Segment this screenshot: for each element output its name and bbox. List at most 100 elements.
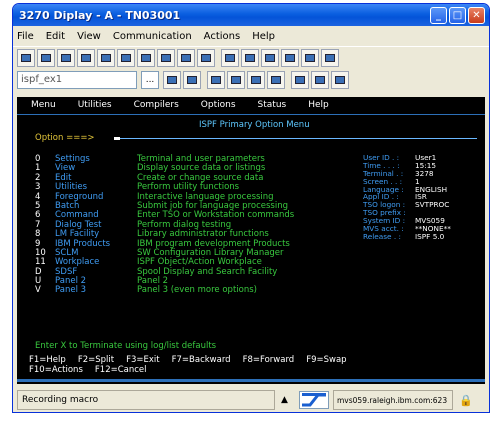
menu-view[interactable]: View bbox=[77, 31, 101, 42]
play-macro-icon[interactable] bbox=[221, 48, 239, 67]
options-icon[interactable] bbox=[311, 71, 329, 89]
send-file-icon[interactable] bbox=[77, 48, 95, 67]
info-row: Appl ID . : ISR bbox=[363, 192, 451, 202]
function-key[interactable]: F7=Backward bbox=[172, 356, 231, 366]
option-list: 0 Settings Terminal and user parameters 1 Vi… bbox=[35, 154, 294, 296]
ispf-menu-menu[interactable]: Menu bbox=[31, 101, 56, 113]
edit-macro-icon[interactable] bbox=[163, 71, 181, 89]
info-value: SVTPROC bbox=[415, 200, 450, 210]
info-row: TSO prefix : bbox=[363, 208, 451, 218]
close-button[interactable]: ✕ bbox=[468, 6, 485, 24]
ispf-menu-help[interactable]: Help bbox=[308, 101, 329, 113]
info-label: Release . : bbox=[363, 231, 401, 241]
info-row: Terminal . : 3278 bbox=[363, 168, 451, 178]
ispf-menu-utilities[interactable]: Utilities bbox=[78, 101, 112, 113]
connection-indicator-icon bbox=[299, 391, 329, 409]
ispf-menu-compilers[interactable]: Compilers bbox=[134, 101, 179, 113]
option-prompt: Option ===> bbox=[35, 133, 95, 143]
info-label: Time . . . : bbox=[363, 160, 400, 170]
menu-communication[interactable]: Communication bbox=[113, 31, 192, 42]
info-row: User ID . : User1 bbox=[363, 153, 451, 162]
info-value: **NONE** bbox=[415, 224, 451, 234]
info-value: MVS059 bbox=[415, 216, 445, 226]
option-key: V bbox=[35, 285, 41, 296]
terminal-screen[interactable]: Menu Utilities Compilers Options Status … bbox=[17, 97, 485, 384]
info-value: 3278 bbox=[415, 168, 434, 178]
session-info-panel: User ID . : User1 Time . . . :15:15 Termina… bbox=[363, 153, 451, 241]
info-label: System ID : bbox=[363, 216, 406, 226]
function-key[interactable]: F9=Swap bbox=[306, 356, 346, 366]
option-description: Panel 3 (even more options) bbox=[137, 285, 257, 296]
info-label: TSO prefix : bbox=[363, 208, 406, 218]
function-key-row-2: F10=Actions F12=Cancel bbox=[29, 366, 359, 376]
minimize-button[interactable]: _ bbox=[430, 6, 447, 24]
info-label: User ID . : bbox=[363, 153, 400, 162]
ispf-action-bar: Menu Utilities Compilers Options Status … bbox=[17, 101, 485, 113]
connect-icon[interactable] bbox=[301, 48, 319, 67]
keyboard-map-icon[interactable] bbox=[157, 48, 175, 67]
panel-title: ISPF Primary Option Menu bbox=[199, 120, 310, 130]
folder-icon[interactable] bbox=[331, 71, 349, 89]
option-input-field[interactable] bbox=[114, 137, 477, 140]
macro-icon[interactable] bbox=[177, 48, 195, 67]
record-macro-icon[interactable] bbox=[197, 48, 215, 67]
host-address: mvs059.raleigh.ibm.com:623 bbox=[333, 390, 453, 410]
delete-macro-icon[interactable] bbox=[183, 71, 201, 89]
function-key[interactable]: F10=Actions bbox=[29, 366, 83, 376]
menu-bar: File Edit View Communication Actions Hel… bbox=[13, 26, 489, 46]
session-icon[interactable] bbox=[281, 48, 299, 67]
up-arrow-icon[interactable]: ▲ bbox=[281, 395, 295, 405]
terminal-bottom-rule bbox=[17, 379, 485, 382]
menu-help[interactable]: Help bbox=[252, 31, 275, 42]
session-row: ispf_ex1 ... bbox=[13, 68, 489, 92]
info-row: MVS acct. : **NONE** bbox=[363, 224, 451, 234]
info-label: Screen . . : bbox=[363, 176, 403, 186]
maximize-button[interactable]: □ bbox=[449, 6, 466, 24]
ispf-menu-options[interactable]: Options bbox=[201, 101, 236, 113]
option-row[interactable]: V Panel 3 Panel 3 (even more options) bbox=[35, 286, 294, 295]
copy-icon[interactable] bbox=[37, 48, 55, 67]
menu-file[interactable]: File bbox=[17, 31, 34, 42]
run-icon[interactable] bbox=[267, 71, 285, 89]
info-row: Screen . . : 1 bbox=[363, 176, 451, 186]
info-value: User1 bbox=[415, 153, 437, 162]
menu-edit[interactable]: Edit bbox=[46, 31, 65, 42]
function-keys: F1=Help F2=Split F3=Exit F7=Backward F8=Forw… bbox=[29, 356, 359, 376]
function-key[interactable]: F8=Forward bbox=[243, 356, 295, 366]
hotspot-icon[interactable] bbox=[261, 48, 279, 67]
menu-actions[interactable]: Actions bbox=[204, 31, 241, 42]
color-map-icon[interactable] bbox=[137, 48, 155, 67]
action-bar-divider bbox=[17, 114, 485, 115]
info-label: TSO logon : bbox=[363, 200, 406, 210]
info-label: MVS acct. : bbox=[363, 224, 404, 234]
ispf-menu-status[interactable]: Status bbox=[258, 101, 287, 113]
record-icon[interactable] bbox=[207, 71, 225, 89]
receive-file-icon[interactable] bbox=[97, 48, 115, 67]
stop-icon[interactable] bbox=[227, 71, 245, 89]
info-label: Language : bbox=[363, 184, 404, 194]
status-bar: Recording macro ▲ mvs059.raleigh.ibm.com… bbox=[17, 389, 485, 411]
terminate-hint: Enter X to Terminate using log/list defa… bbox=[35, 341, 217, 351]
info-value: ISR bbox=[415, 192, 427, 202]
function-key[interactable]: F12=Cancel bbox=[95, 366, 147, 376]
lock-icon: 🔒 bbox=[459, 393, 473, 407]
info-row: Language : ENGLISH bbox=[363, 184, 451, 194]
text-cursor bbox=[114, 137, 120, 140]
info-value: ISPF 5.0 bbox=[415, 231, 445, 241]
info-label: Appl ID . : bbox=[363, 192, 399, 202]
print-screen-icon[interactable] bbox=[17, 48, 35, 67]
info-label: Terminal . : bbox=[363, 168, 404, 178]
paste-icon[interactable] bbox=[57, 48, 75, 67]
info-value: 1 bbox=[415, 176, 420, 186]
session-name-field[interactable]: ispf_ex1 bbox=[17, 71, 137, 89]
refresh-icon[interactable] bbox=[291, 71, 309, 89]
info-row: Time . . . : 15:15 bbox=[363, 160, 451, 170]
pause-icon[interactable] bbox=[247, 71, 265, 89]
title-bar[interactable]: 3270 Diplay - A - TN03001 _ □ ✕ bbox=[13, 4, 489, 26]
keypad-icon[interactable] bbox=[241, 48, 259, 67]
info-value: 15:15 bbox=[415, 160, 437, 170]
help-icon[interactable] bbox=[321, 48, 339, 67]
session-browse-button[interactable]: ... bbox=[141, 71, 159, 89]
info-row: TSO logon : SVTPROC bbox=[363, 200, 451, 210]
display-setup-icon[interactable] bbox=[117, 48, 135, 67]
